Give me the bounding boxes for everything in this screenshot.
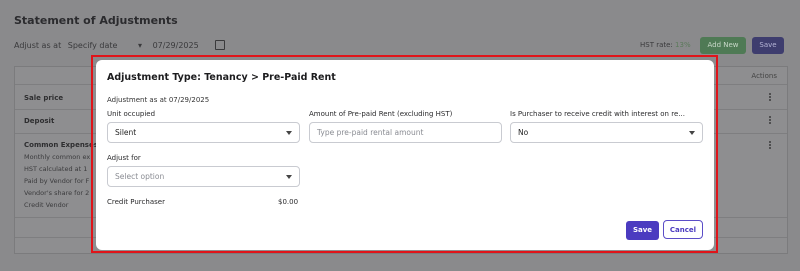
calendar-icon xyxy=(215,40,226,50)
adjust-toolbar: Adjust as at Specify date ▾ 07/29/2025 xyxy=(14,40,229,50)
hst-rate-label: HST rate: xyxy=(640,41,673,49)
actions-header: Actions xyxy=(751,72,777,80)
cancel-button[interactable]: Cancel xyxy=(663,220,703,239)
amount-label: Amount of Pre-paid Rent (excluding HST) xyxy=(309,110,453,118)
unit-occupied-select[interactable]: Silent xyxy=(107,122,300,143)
credit-purchaser-value: $0.00 xyxy=(278,198,299,206)
adjust-as-at-label: Adjust as at xyxy=(14,40,62,50)
credit-purchaser-label: Credit Purchaser xyxy=(107,198,165,206)
common-sub-line: Credit Vendor xyxy=(24,201,69,209)
row-sale-price: Sale price xyxy=(24,94,64,102)
adjustment-as-at: Adjustment as at 07/29/2025 xyxy=(107,96,210,104)
date-field: 07/29/2025 xyxy=(152,40,199,50)
common-sub-line: HST calculated at 1 xyxy=(24,165,88,173)
amount-input[interactable]: Type pre-paid rental amount xyxy=(309,122,502,143)
row-deposit: Deposit xyxy=(24,117,55,125)
more-options-icon xyxy=(769,93,771,102)
add-new-button: Add New xyxy=(700,37,746,54)
common-sub-line: Paid by Vendor for F xyxy=(24,177,90,185)
common-sub-line: Monthly common ex xyxy=(24,153,91,161)
interest-select[interactable]: No xyxy=(510,122,703,143)
more-options-icon xyxy=(769,141,771,150)
more-options-icon xyxy=(769,116,771,125)
row-common-expenses: Common Expenses xyxy=(24,141,98,149)
amount-placeholder: Type pre-paid rental amount xyxy=(317,128,424,137)
adjustment-modal: Adjustment Type: Tenancy > Pre-Paid Rent… xyxy=(96,60,714,250)
common-sub-line: Vendor's share for 2 xyxy=(24,189,90,197)
save-button[interactable]: Save xyxy=(626,221,659,240)
adjust-for-placeholder: Select option xyxy=(115,172,165,181)
page-save-button: Save xyxy=(752,37,784,54)
modal-title: Adjustment Type: Tenancy > Pre-Paid Rent xyxy=(107,72,336,83)
interest-label: Is Purchaser to receive credit with inte… xyxy=(510,110,685,118)
chevron-down-icon xyxy=(286,131,292,135)
hst-rate-value: 13% xyxy=(675,41,691,49)
specify-date-select: Specify date xyxy=(67,40,118,50)
hst-rate: HST rate: 13% xyxy=(640,41,691,49)
chevron-down-icon xyxy=(689,131,695,135)
interest-value: No xyxy=(518,128,529,137)
unit-occupied-value: Silent xyxy=(115,128,137,137)
unit-occupied-label: Unit occupied xyxy=(107,110,156,118)
adjust-for-label: Adjust for xyxy=(107,154,141,162)
adjust-for-select[interactable]: Select option xyxy=(107,166,300,187)
chevron-down-icon xyxy=(286,175,292,179)
chevron-down-icon: ▾ xyxy=(138,40,143,50)
page-title: Statement of Adjustments xyxy=(14,14,178,27)
